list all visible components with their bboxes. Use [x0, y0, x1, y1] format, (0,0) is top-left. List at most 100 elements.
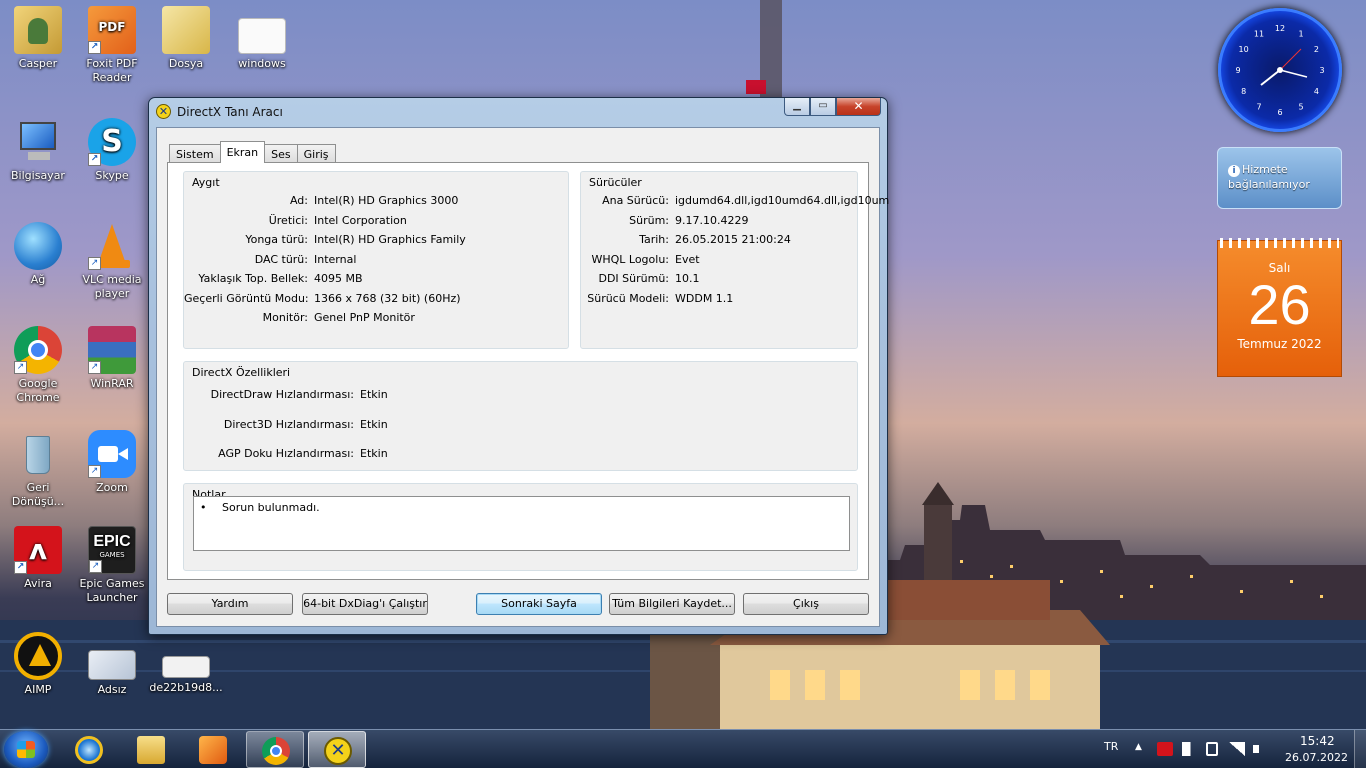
service-status: Hizmete bağlanılamıyor	[1228, 163, 1310, 191]
close-button[interactable]: ✕	[836, 98, 881, 116]
taskbar: ✕ TR ▲ 15:42 26.07.2022	[0, 729, 1366, 768]
desktop-icon-chrome[interactable]: ↗ Google Chrome	[0, 326, 76, 405]
service-gadget[interactable]: i Hizmete bağlanılamıyor	[1217, 147, 1342, 209]
shortcut-arrow-icon: ↗	[88, 41, 101, 54]
exit-button[interactable]: Çıkış	[743, 593, 869, 615]
network-signal-icon[interactable]	[1229, 742, 1245, 756]
clock-number: 11	[1254, 30, 1264, 39]
foxit-pdf-icon: PDF ↗	[88, 6, 136, 54]
button-row: Yardım 64-bit DxDiag'ı Çalıştır Sonraki …	[167, 593, 871, 615]
desktop-icon-zoom[interactable]: ↗ Zoom	[74, 430, 150, 495]
driver-value: 10.1	[675, 272, 700, 285]
tab-ses[interactable]: Ses	[264, 144, 298, 163]
desktop-icon-file[interactable]: de22b19d8...	[148, 632, 224, 695]
desktop-icon-vlc[interactable]: ↗ VLC media player	[74, 222, 150, 301]
desktop-icon-skype[interactable]: S ↗ Skype	[74, 118, 150, 183]
clock-number: 8	[1241, 87, 1246, 96]
zoom-camera-icon: ↗	[88, 430, 136, 478]
desktop-icon-aimp[interactable]: AIMP	[0, 632, 76, 697]
action-center-flag-icon[interactable]	[1182, 742, 1198, 756]
windows-logo-icon	[17, 741, 35, 758]
clock-face: 121234567891011	[1235, 24, 1324, 117]
desktop-icon-dosya[interactable]: Dosya	[148, 6, 224, 71]
clock-time[interactable]: 15:42	[1300, 734, 1335, 748]
device-label: Ad:	[289, 194, 308, 207]
driver-label: DDI Sürümü:	[598, 272, 669, 285]
notes-text-area[interactable]: • Sorun bulunmadı.	[193, 496, 850, 551]
document-thumbnail-icon	[162, 656, 210, 678]
device-group-title: Aygıt	[192, 176, 220, 189]
taskbar-dxdiag[interactable]: ✕	[308, 731, 366, 768]
clock-number: 6	[1277, 108, 1282, 117]
chrome-icon	[262, 737, 290, 765]
taskbar-media-player[interactable]	[184, 731, 242, 768]
desktop-icon-bilgisayar[interactable]: Bilgisayar	[0, 118, 76, 183]
epic-games-icon: EPIC GAMES ↗	[88, 526, 136, 574]
clock-number: 2	[1314, 45, 1319, 54]
feature-value: Etkin	[360, 388, 388, 401]
shortcut-arrow-icon: ↗	[14, 361, 27, 374]
avira-tray-icon[interactable]	[1157, 742, 1173, 756]
clock-date[interactable]: 26.07.2022	[1285, 751, 1348, 764]
clock-gadget[interactable]: 12 1 2 3 4 5 6 7 8 9 10 11	[1218, 8, 1342, 132]
clock-number: 10	[1239, 45, 1249, 54]
internet-explorer-icon	[75, 736, 103, 764]
desktop-icon-winrar[interactable]: ↗ WinRAR	[74, 326, 150, 391]
minimize-button[interactable]: ▁	[784, 98, 810, 116]
features-group-title: DirectX Özellikleri	[192, 366, 291, 379]
next-page-button[interactable]: Sonraki Sayfa	[476, 593, 602, 615]
device-label: Monitör:	[262, 311, 308, 324]
desktop-icon-casper[interactable]: Casper	[0, 6, 76, 71]
shortcut-arrow-icon: ↗	[14, 561, 27, 574]
run-64bit-dxdiag-button[interactable]: 64-bit DxDiag'ı Çalıştır	[302, 593, 428, 615]
caption-buttons: ▁ ▭ ✕	[784, 98, 881, 116]
calendar-gadget[interactable]: Salı 26 Temmuz 2022	[1217, 238, 1342, 377]
taskbar-explorer[interactable]	[122, 731, 180, 768]
show-desktop-button[interactable]	[1354, 730, 1366, 768]
save-all-info-button[interactable]: Tüm Bilgileri Kaydet...	[609, 593, 735, 615]
directx-window[interactable]: ✕ DirectX Tanı Aracı ▁ ▭ ✕ Sistem Ekran …	[148, 97, 889, 635]
calendar-day-number: 26	[1248, 273, 1311, 336]
driver-label: Sürücü Modeli:	[587, 291, 669, 305]
winrar-books-icon: ↗	[88, 326, 136, 374]
tab-ekran[interactable]: Ekran	[219, 141, 266, 163]
title-bar[interactable]: ✕ DirectX Tanı Aracı ▁ ▭ ✕	[149, 98, 887, 124]
driver-value: igdumd64.dll,igd10umd64.dll,igd10um	[675, 194, 890, 207]
desktop-icon-recycle-bin[interactable]: Geri Dönüşü...	[0, 430, 76, 509]
driver-value: WDDM 1.1	[675, 291, 734, 305]
desktop-icon-ag[interactable]: Ağ	[0, 222, 76, 287]
device-label: Yaklaşık Top. Bellek:	[198, 272, 308, 285]
network-globe-icon	[14, 222, 62, 270]
desktop-icon-foxit[interactable]: PDF ↗ Foxit PDF Reader	[74, 6, 150, 85]
tab-giris[interactable]: Giriş	[296, 144, 336, 163]
desktop-icon-adsiz[interactable]: Adsız	[74, 632, 150, 697]
volume-icon[interactable]	[1253, 742, 1269, 756]
desktop-icon-windows[interactable]: windows	[224, 6, 300, 71]
feature-label: Direct3D Hızlandırması:	[223, 417, 354, 431]
folder-icon	[137, 736, 165, 764]
language-indicator[interactable]: TR	[1104, 740, 1118, 753]
start-button[interactable]	[4, 731, 48, 768]
device-value: Intel(R) HD Graphics 3000	[314, 194, 459, 207]
device-label: DAC türü:	[254, 252, 308, 266]
recycle-bin-icon	[14, 430, 62, 478]
desktop-icon-epic[interactable]: EPIC GAMES ↗ Epic Games Launcher	[74, 526, 150, 605]
desktop-icon-avira[interactable]: ᴧ ↗ Avira	[0, 526, 76, 591]
taskbar-chrome[interactable]	[246, 731, 304, 768]
show-hidden-icons-button[interactable]: ▲	[1135, 742, 1142, 752]
taskbar-ie[interactable]	[60, 731, 118, 768]
help-button[interactable]: Yardım	[167, 593, 293, 615]
maximize-button[interactable]: ▭	[810, 98, 836, 116]
tab-panel-ekran: Aygıt Ad: Intel(R) HD Graphics 3000 Üretic…	[167, 162, 889, 580]
driver-value: 26.05.2015 21:00:24	[675, 233, 791, 246]
clock-number: 1	[1298, 30, 1303, 39]
feature-label: AGP Doku Hızlandırması:	[218, 447, 354, 460]
notes-group: Notlar • Sorun bulunmadı.	[183, 483, 858, 571]
device-label: Geçerli Görüntü Modu:	[184, 291, 309, 305]
vlc-cone-icon: ↗	[88, 222, 136, 270]
shortcut-arrow-icon: ↗	[88, 361, 101, 374]
battery-icon[interactable]	[1206, 742, 1218, 756]
tab-sistem[interactable]: Sistem	[169, 144, 221, 163]
device-value: Intel(R) HD Graphics Family	[314, 233, 466, 246]
device-value: Intel Corporation	[314, 213, 407, 227]
